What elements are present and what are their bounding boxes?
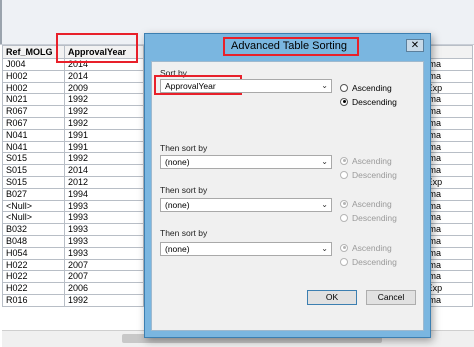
table-cell[interactable]: 1993 [64,223,144,236]
table-cell[interactable]: H002 [2,69,65,83]
table-cell[interactable]: 1993 [64,211,144,225]
table-cell[interactable]: 2014 [64,69,144,83]
radio-selected-icon [340,199,348,208]
radio-selected-icon [340,156,348,165]
then-sort-by-select-2[interactable]: (none) ⌄ [160,198,332,212]
dialog-title: Advanced Table Sorting [231,40,347,52]
table-cell[interactable]: H002 [2,81,65,95]
radio-selected-icon [340,243,348,252]
table-cell[interactable]: 2009 [64,81,144,95]
ok-button[interactable]: OK [307,290,357,305]
sort-by-select[interactable]: ApprovalYear ⌄ [160,79,332,93]
approval-year-highlight [56,33,138,63]
table-cell[interactable]: H022 [2,282,65,295]
table-cell[interactable]: 2014 [64,164,144,177]
window-edge [0,0,2,44]
cancel-button[interactable]: Cancel [366,290,416,305]
then-sort-by-label: Then sort by [160,143,208,153]
sort3-descending-radio[interactable]: Descending [340,212,397,223]
radio-selected-icon [340,97,348,106]
sort2-descending-radio[interactable]: Descending [340,169,397,180]
sort1-descending-label: Descending [352,96,397,107]
table-cell[interactable]: 2007 [64,270,144,284]
table-cell[interactable]: S015 [2,175,65,189]
table-cell[interactable]: 1992 [64,105,144,118]
table-cell[interactable]: B032 [2,223,65,236]
table-cell[interactable]: N021 [2,93,65,107]
table-cell[interactable]: H054 [2,246,65,260]
close-icon: ✕ [410,40,420,51]
table-cell[interactable]: N041 [2,128,65,142]
advanced-table-sorting-dialog: Advanced Table Sorting ✕ Sort by Approva… [144,33,431,338]
sort4-descending-radio[interactable]: Descending [340,256,397,267]
chevron-down-icon: ⌄ [321,244,328,253]
radio-icon [340,257,348,266]
table-cell[interactable]: 1992 [64,293,144,307]
table-cell[interactable]: R067 [2,116,65,130]
table-cell[interactable]: S015 [2,152,65,166]
radio-icon [340,213,348,222]
sort4-ascending-label: Ascending [352,242,392,253]
sort4-descending-label: Descending [352,256,397,267]
sort3-descending-label: Descending [352,212,397,223]
table-cell[interactable]: N041 [2,140,65,154]
table-cell[interactable]: S015 [2,164,65,177]
then-sort-by-label: Then sort by [160,185,208,195]
sort2-ascending-radio[interactable]: Ascending [340,155,392,166]
table-cell[interactable]: 1993 [64,246,144,260]
then-sort-by-select-3[interactable]: (none) ⌄ [160,242,332,256]
radio-icon [340,83,348,92]
table-cell[interactable]: 1991 [64,128,144,142]
then-sort-by-value: (none) [165,200,190,210]
sort1-ascending-radio[interactable]: Ascending [340,82,392,93]
table-cell[interactable]: R016 [2,293,65,307]
sort2-descending-label: Descending [352,169,397,180]
chevron-down-icon: ⌄ [321,81,328,90]
table-cell[interactable]: <Null> [2,211,65,225]
then-sort-by-value: (none) [165,244,190,254]
table-cell[interactable]: 1991 [64,140,144,154]
then-sort-by-value: (none) [165,157,190,167]
table-cell[interactable]: <Null> [2,199,65,213]
table-cell[interactable]: 1992 [64,116,144,130]
dialog-body: Sort by ApprovalYear ⌄ Ascending Descend… [151,61,424,331]
sort1-ascending-label: Ascending [352,82,392,93]
table-cell[interactable]: H022 [2,258,65,272]
table-cell[interactable]: 1992 [64,93,144,107]
table-cell[interactable]: B027 [2,187,65,201]
table-cell[interactable]: 1992 [64,152,144,166]
chevron-down-icon: ⌄ [321,200,328,209]
table-cell[interactable]: 1994 [64,187,144,201]
table-cell[interactable]: 2012 [64,175,144,189]
sort-by-value: ApprovalYear [165,81,216,91]
table-cell[interactable]: B048 [2,234,65,248]
sort3-ascending-label: Ascending [352,198,392,209]
dialog-titlebar[interactable]: Advanced Table Sorting ✕ [145,34,430,60]
table-cell[interactable]: H022 [2,270,65,284]
table-cell[interactable]: 1993 [64,234,144,248]
then-sort-by-label: Then sort by [160,228,208,238]
table-cell[interactable]: R067 [2,105,65,118]
sort2-ascending-label: Ascending [352,155,392,166]
sort1-descending-radio[interactable]: Descending [340,96,397,107]
sort4-ascending-radio[interactable]: Ascending [340,242,392,253]
chevron-down-icon: ⌄ [321,157,328,166]
table-cell[interactable]: 2006 [64,282,144,295]
close-button[interactable]: ✕ [406,39,424,52]
sort3-ascending-radio[interactable]: Ascending [340,198,392,209]
table-cell[interactable]: 1993 [64,199,144,213]
table-cell[interactable]: 2007 [64,258,144,272]
radio-icon [340,170,348,179]
then-sort-by-select-1[interactable]: (none) ⌄ [160,155,332,169]
